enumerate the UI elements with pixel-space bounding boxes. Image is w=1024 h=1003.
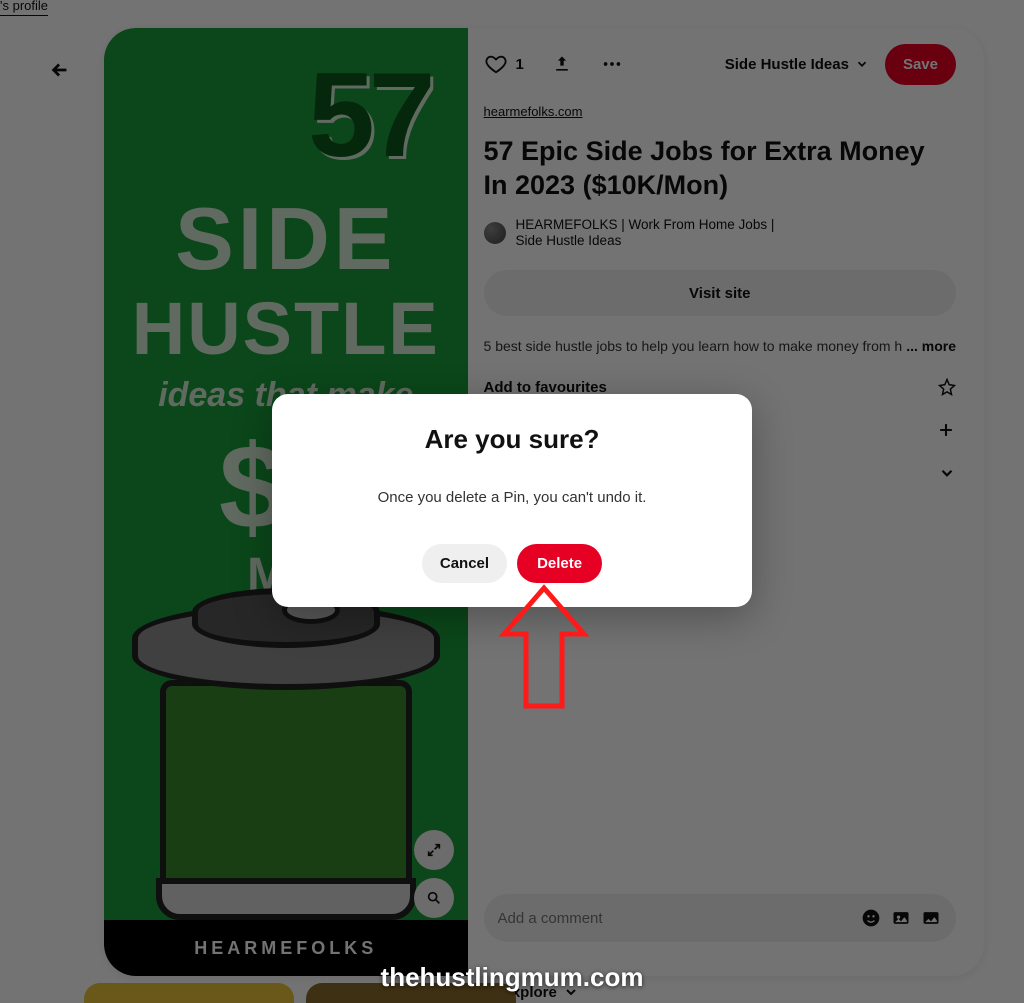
cancel-button[interactable]: Cancel xyxy=(422,544,507,583)
modal-title: Are you sure? xyxy=(302,424,722,455)
delete-button[interactable]: Delete xyxy=(517,544,602,583)
delete-confirm-modal: Are you sure? Once you delete a Pin, you… xyxy=(272,394,752,607)
modal-body: Once you delete a Pin, you can't undo it… xyxy=(302,489,722,506)
